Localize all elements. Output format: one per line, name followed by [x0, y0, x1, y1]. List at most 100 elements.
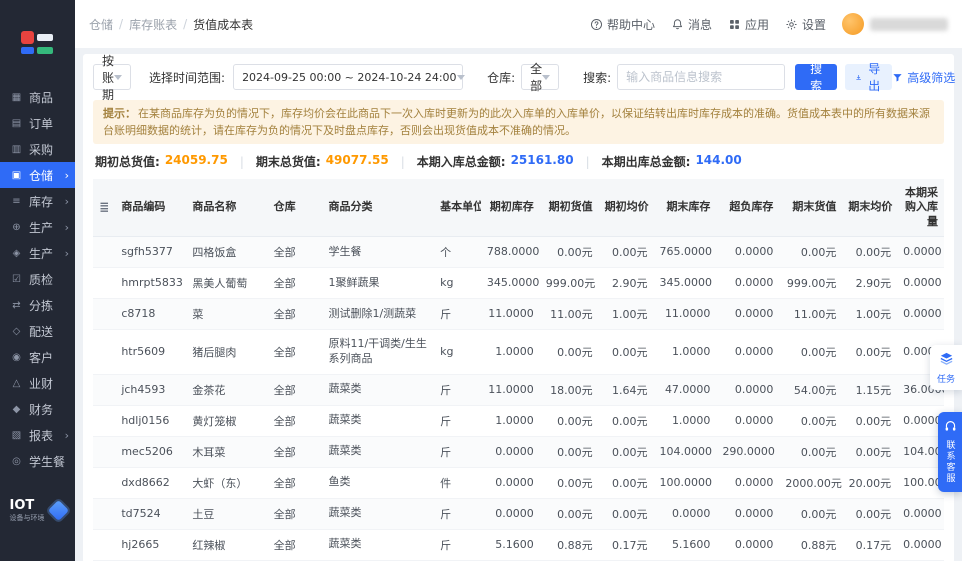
- table-cell: 290.0000: [716, 436, 780, 468]
- search-button[interactable]: 搜索: [795, 62, 838, 93]
- chevron-right-icon: ›: [64, 194, 69, 208]
- sidebar-item-label: 学生餐: [29, 454, 66, 469]
- table-cell: 104.0000: [897, 436, 944, 468]
- row-spacer-cell: [93, 374, 116, 406]
- apps-label: 应用: [744, 17, 769, 32]
- avatar: [842, 13, 864, 35]
- help-center-button[interactable]: 帮助中心: [590, 16, 655, 33]
- sidebar-item-4[interactable]: ▣ 仓储 ›: [0, 162, 75, 188]
- table-row: hdlj0156 黄灯笼椒 全部 蔬菜类斤 1.0000 0.00元 0.00元 1.0000…: [93, 405, 944, 437]
- table-row: mec5206 木耳菜 全部 蔬菜类斤 0.0000 0.00元 0.00元 104.0000…: [93, 436, 944, 468]
- orders-icon: ▤: [11, 117, 22, 129]
- table-cell: 个: [434, 236, 481, 268]
- download-icon: [856, 74, 862, 80]
- table-cell: 1.00元: [842, 298, 898, 330]
- table-cell: 1.15元: [842, 374, 898, 406]
- column-header: 期末均价: [842, 179, 898, 237]
- sidebar-item-9[interactable]: ⇄ 分拣: [0, 292, 75, 318]
- sidebar-item-1[interactable]: ▦ 商品: [0, 84, 75, 110]
- table-cell: 0.00元: [539, 236, 599, 268]
- summary-label: 期初总货值:: [95, 155, 160, 170]
- sidebar-item-7[interactable]: ◈ 生产 ›: [0, 240, 75, 266]
- table-cell: 1.0000: [480, 329, 540, 375]
- table-cell: 全部: [267, 405, 323, 437]
- table-cell: 全部: [267, 236, 323, 268]
- period-select[interactable]: 按账期: [93, 54, 132, 102]
- advanced-filter-button[interactable]: 高级筛选: [892, 69, 955, 86]
- table-cell: 1.0000: [653, 405, 717, 437]
- iot-subtitle: 设备与环境: [9, 514, 45, 522]
- column-settings-button[interactable]: ≣: [93, 179, 116, 237]
- contact-support-widget[interactable]: 联系客服: [938, 412, 962, 492]
- column-header: 期初库存: [480, 179, 540, 237]
- sidebar-item-11[interactable]: ◉ 客户: [0, 344, 75, 370]
- table-cell: 1.0000: [653, 329, 717, 375]
- table-cell: 0.00元: [842, 236, 898, 268]
- search-input[interactable]: [617, 64, 786, 90]
- sidebar-item-5[interactable]: ≡ 库存 ›: [0, 188, 75, 214]
- sidebar-item-12[interactable]: △ 业财: [0, 370, 75, 396]
- sidebar-item-10[interactable]: ◇ 配送: [0, 318, 75, 344]
- table-cell: 红辣椒: [186, 529, 268, 561]
- settings-button[interactable]: 设置: [785, 16, 826, 33]
- table-cell: td7524: [115, 498, 187, 530]
- table-cell: 0.00元: [539, 498, 599, 530]
- breadcrumb-item[interactable]: 仓储: [89, 16, 113, 33]
- sidebar-item-8[interactable]: ☑ 质检: [0, 266, 75, 292]
- app-logo[interactable]: [0, 0, 75, 84]
- delivery-icon: ◇: [12, 325, 21, 337]
- table-row: dxd8662 大虾（东） 全部 鱼类件 0.0000 0.00元 0.00元 100.000…: [93, 467, 944, 499]
- table-cell: 11.0000: [480, 298, 540, 330]
- help-center-label: 帮助中心: [606, 17, 655, 32]
- table-cell: 全部: [267, 467, 323, 499]
- messages-button[interactable]: 消息: [671, 16, 712, 33]
- table-cell: 0.0000: [480, 467, 540, 499]
- table-cell: kg: [434, 267, 481, 299]
- date-range-input[interactable]: 2024-09-25 00:00 ~ 2024-10-24 24:00: [233, 64, 465, 90]
- date-range-value: 2024-09-25 00:00 ~ 2024-10-24 24:00: [242, 70, 457, 84]
- table-cell: 100.0000: [897, 467, 944, 499]
- table-cell: 猪后腿肉: [186, 329, 268, 375]
- production-icon: ⊕: [12, 221, 21, 233]
- table-cell: 0.0000: [897, 529, 944, 561]
- sidebar-item-2[interactable]: ▤ 订单: [0, 110, 75, 136]
- notice-text: 在某商品库存为负的情况下，库存均价会在此商品下一次入库时更新为的此次入库单的入库…: [103, 107, 930, 138]
- export-label: 导出: [868, 62, 881, 93]
- table-cell: 54.00元: [779, 374, 843, 406]
- sidebar-item-6[interactable]: ⊕ 生产 ›: [0, 214, 75, 240]
- table-cell: mec5206: [115, 436, 187, 468]
- table-cell: 11.00元: [539, 298, 599, 330]
- apps-button[interactable]: 应用: [728, 16, 769, 33]
- topbar: 仓储 / 库存账表 / 货值成本表 帮助中心 消息 应用 设置: [75, 0, 962, 48]
- table-cell: 0.0000: [480, 498, 540, 530]
- table-cell: 全部: [267, 374, 323, 406]
- summary-value: 49077.55: [325, 153, 389, 168]
- messages-label: 消息: [687, 17, 712, 32]
- table-cell: 0.00元: [598, 236, 654, 268]
- breadcrumb-item[interactable]: 库存账表: [129, 16, 177, 33]
- row-spacer-cell: [93, 298, 116, 330]
- row-spacer-cell: [93, 329, 116, 375]
- summary-item: 期末总货值: 49077.55: [256, 153, 389, 170]
- table-cell: 0.0000: [897, 236, 944, 268]
- table-header-row: ≣ 商品编码 商品名称 仓库 商品分类 基本单位 期初库存 期初货值 期初均价 期末库存 超负库存期…: [93, 179, 944, 237]
- sidebar-item-3[interactable]: ▥ 采购: [0, 136, 75, 162]
- chevron-right-icon: ›: [64, 168, 69, 182]
- quality-check-icon: ☑: [12, 273, 21, 285]
- export-button[interactable]: 导出: [845, 62, 893, 93]
- table-cell: 蔬菜类: [322, 436, 435, 468]
- sidebar-item-15[interactable]: ◎ 学生餐: [0, 448, 75, 474]
- layers-icon: [940, 352, 952, 365]
- summary-label: 期末总货值:: [255, 155, 321, 170]
- column-header: 期初货值: [539, 179, 599, 237]
- user-menu[interactable]: [842, 13, 948, 35]
- warehouse-select[interactable]: 全部: [521, 62, 560, 93]
- topbar-actions: 帮助中心 消息 应用 设置: [590, 13, 948, 35]
- table-cell: 0.0000: [716, 267, 780, 299]
- sidebar-item-14[interactable]: ▧ 报表 ›: [0, 422, 75, 448]
- sidebar-menu: ▦ 商品 ▤ 订单 ▥ 采购 ▣ 仓储 › ≡ 库存 › ⊕ 生产 › ◈ 生产 › ☑ 质检 ⇄ 分拣 ◇ 配送 ◉ 客户 △ 业财…: [0, 84, 75, 474]
- sidebar-item-13[interactable]: ◆ 财务: [0, 396, 75, 422]
- tasks-widget[interactable]: 任务: [930, 345, 962, 390]
- sidebar-item-label: 财务: [29, 402, 54, 417]
- column-settings-icon: ≣: [99, 199, 110, 214]
